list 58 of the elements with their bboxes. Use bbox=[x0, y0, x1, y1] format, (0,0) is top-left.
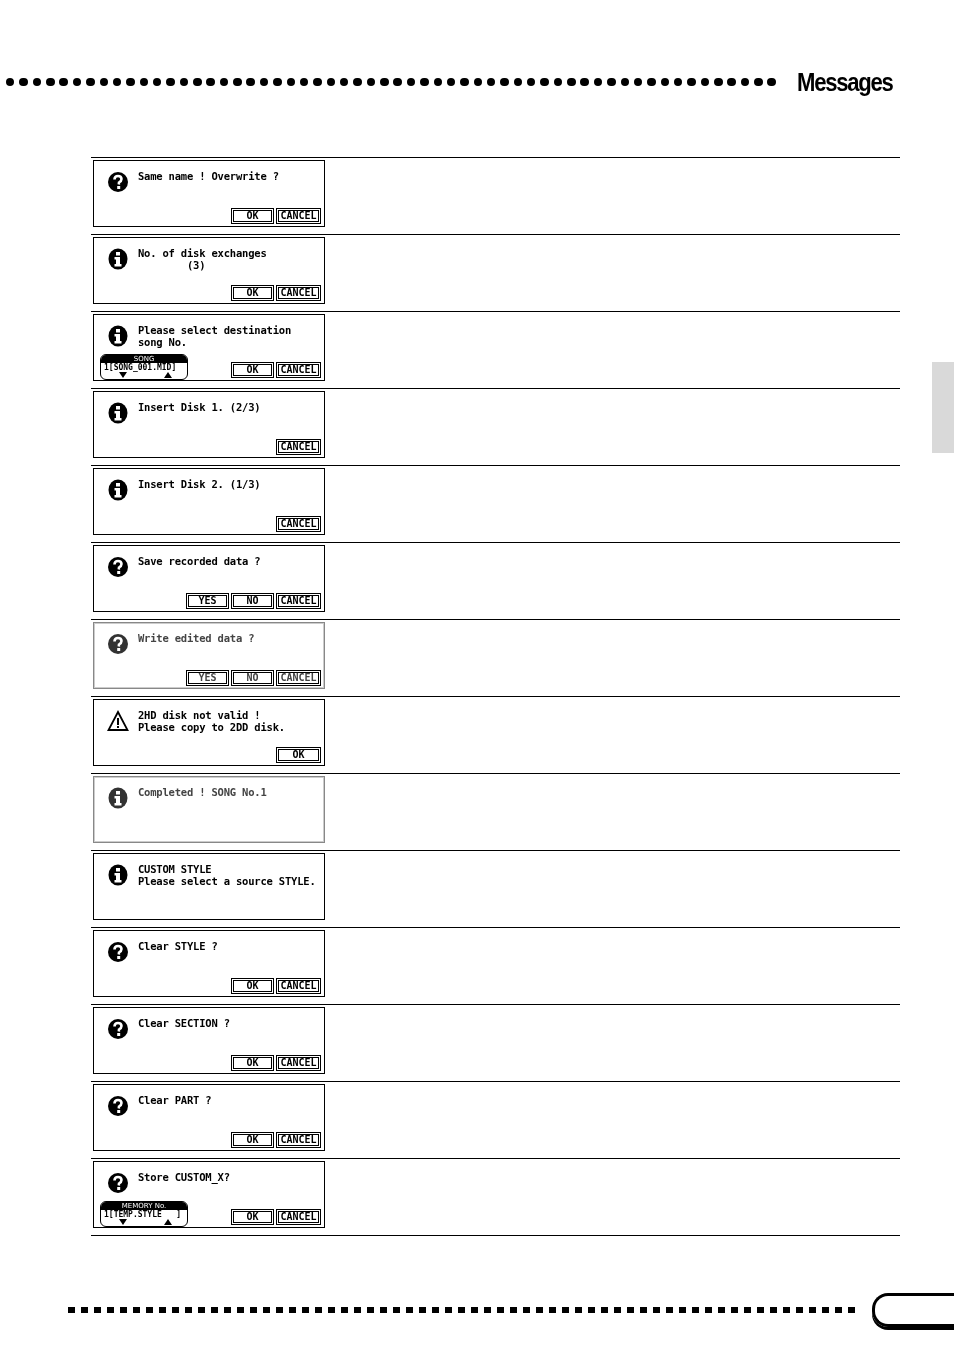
message-text: Completed ! SONG No.1 bbox=[138, 786, 267, 798]
dialog-button[interactable]: CANCEL bbox=[276, 1055, 321, 1071]
dialog-button[interactable]: CANCEL bbox=[276, 1132, 321, 1148]
dialog-button[interactable]: CANCEL bbox=[276, 285, 321, 301]
info-icon bbox=[107, 402, 129, 424]
question-icon bbox=[107, 556, 129, 578]
info-icon bbox=[107, 479, 129, 501]
dialog-button[interactable]: YES bbox=[186, 593, 229, 609]
message-text: Insert Disk 1. (2/3) bbox=[138, 401, 261, 413]
question-icon bbox=[107, 633, 129, 655]
message-text: No. of disk exchanges (3) bbox=[138, 247, 267, 271]
dialog-button[interactable]: YES bbox=[186, 670, 229, 686]
message-text: Clear PART ? bbox=[138, 1094, 212, 1106]
page-title: Messages bbox=[797, 67, 893, 97]
message-text: Store CUSTOM_X? bbox=[138, 1171, 230, 1183]
dialog-button[interactable]: CANCEL bbox=[276, 208, 321, 224]
message-text: Save recorded data ? bbox=[138, 555, 261, 567]
dialog-button[interactable]: CANCEL bbox=[276, 439, 321, 455]
dialog-button[interactable]: NO bbox=[231, 670, 274, 686]
dialog-button[interactable]: CANCEL bbox=[276, 593, 321, 609]
dialog-button[interactable]: NO bbox=[231, 593, 274, 609]
info-icon bbox=[107, 325, 129, 347]
dialog-button[interactable]: CANCEL bbox=[276, 362, 321, 378]
selector-value: 1[SONG_001.MID] bbox=[103, 363, 178, 372]
message-text: 2HD disk not valid ! Please copy to 2DD disk. bbox=[138, 709, 285, 733]
selector-value: 1[TEMP.STYLE ] bbox=[103, 1210, 183, 1219]
dialog-button[interactable]: OK bbox=[231, 208, 274, 224]
dialog-button[interactable]: OK bbox=[231, 1055, 274, 1071]
question-icon bbox=[107, 941, 129, 963]
dialog-button[interactable]: OK bbox=[231, 1132, 274, 1148]
dialog-button[interactable]: OK bbox=[231, 978, 274, 994]
dialog-button[interactable]: OK bbox=[231, 1209, 274, 1225]
dialog-button[interactable]: CANCEL bbox=[276, 1209, 321, 1225]
down-arrow-icon[interactable] bbox=[119, 372, 127, 378]
message-text: Same name ! Overwrite ? bbox=[138, 170, 279, 182]
question-icon bbox=[107, 1172, 129, 1194]
message-text: CUSTOM STYLE Please select a source STYLE. bbox=[138, 863, 316, 887]
question-icon bbox=[107, 1095, 129, 1117]
dialog-button[interactable]: OK bbox=[276, 747, 321, 763]
info-icon bbox=[107, 864, 129, 886]
message-text: Please select destination song No. bbox=[138, 324, 292, 348]
question-icon bbox=[107, 1018, 129, 1040]
warning-icon bbox=[107, 710, 129, 732]
dialog-button[interactable]: CANCEL bbox=[276, 516, 321, 532]
dialog-button[interactable]: CANCEL bbox=[276, 978, 321, 994]
up-arrow-icon[interactable] bbox=[164, 1219, 172, 1225]
dialog-button[interactable]: OK bbox=[231, 285, 274, 301]
up-arrow-icon[interactable] bbox=[164, 372, 172, 378]
info-icon bbox=[107, 248, 129, 270]
dialog-button[interactable]: OK bbox=[231, 362, 274, 378]
dialog-button[interactable]: CANCEL bbox=[276, 670, 321, 686]
message-text: Clear SECTION ? bbox=[138, 1017, 230, 1029]
info-icon bbox=[107, 787, 129, 809]
question-icon bbox=[107, 171, 129, 193]
message-text: Write edited data ? bbox=[138, 632, 255, 644]
message-text: Clear STYLE ? bbox=[138, 940, 218, 952]
message-text: Insert Disk 2. (1/3) bbox=[138, 478, 261, 490]
down-arrow-icon[interactable] bbox=[119, 1219, 127, 1225]
